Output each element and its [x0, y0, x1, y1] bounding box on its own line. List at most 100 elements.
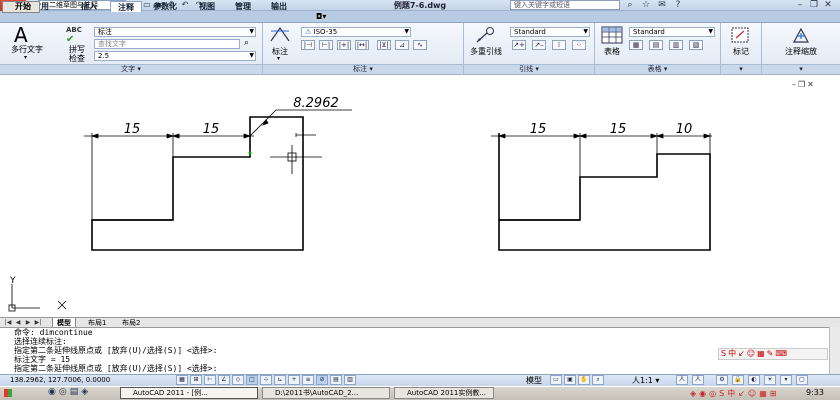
text-panel-title[interactable]: 文字 ▾ [0, 64, 262, 74]
hardware-accel-icon[interactable]: ◐ [748, 375, 760, 385]
chevron-down-icon[interactable]: ▾ [24, 54, 27, 61]
minimize-icon[interactable]: – [794, 0, 806, 11]
transparency-button[interactable]: ⊘ [316, 375, 328, 385]
dyn-button[interactable]: + [288, 375, 300, 385]
dim-tool-icon[interactable]: |+| [337, 40, 351, 50]
taskbar-item-doc[interactable]: AutoCAD 2011实例教... [394, 387, 494, 399]
markup-panel-title[interactable]: ▾ [721, 64, 761, 74]
multileader-icon[interactable] [474, 26, 496, 44]
dim-tool-icon[interactable]: |⊻| [377, 40, 391, 50]
find-text-input[interactable]: 查找文字 [94, 39, 240, 49]
osnap-button[interactable]: □ [246, 375, 258, 385]
markup-icon[interactable] [730, 26, 752, 44]
polar-button[interactable]: ∠ [218, 375, 230, 385]
system-tray-icons[interactable]: ◈◉◎S中↙☺▦⊞ [690, 388, 780, 399]
taskbar-item-autocad[interactable]: AutoCAD 2011 - [例... [120, 387, 258, 399]
annotation-scale-icon[interactable] [790, 26, 812, 44]
table-tool-icon[interactable]: ▧ [689, 40, 703, 50]
dim-tool-icon[interactable]: |⊣ [301, 40, 315, 50]
chevron-down-icon[interactable]: ▾ [277, 55, 280, 62]
annotation-visibility-icon[interactable]: 人 [676, 375, 688, 385]
isolate-objects-icon[interactable]: ☀ [764, 375, 776, 385]
dim-tool-icon[interactable]: ∿ [413, 40, 427, 50]
lineweight-button[interactable]: ≡ [302, 375, 314, 385]
communication-icon[interactable]: ✉ [656, 0, 668, 11]
tab-manage[interactable]: 管理 [228, 1, 258, 12]
quick-view-layouts-icon[interactable]: ▭ [550, 375, 562, 385]
tab-output[interactable]: 输出 [264, 1, 294, 12]
taskbar-item-folder[interactable]: D:\2011书\AutoCAD_2... [262, 387, 390, 399]
dim-tool-icon[interactable]: |↔| [355, 40, 369, 50]
qp-button[interactable]: ▤ [330, 375, 342, 385]
leader-style-dropdown[interactable]: Standard ▼ [510, 27, 590, 37]
mtext-button[interactable]: 多行文字 [6, 45, 48, 54]
text-style-dropdown[interactable]: 标注 ▼ [94, 27, 256, 37]
help-icon[interactable]: ? [672, 0, 684, 11]
3d-osnap-button[interactable]: ◇ [232, 375, 244, 385]
command-line: 选择连续标注: [14, 337, 67, 346]
subscription-icon[interactable]: ☆ [640, 0, 652, 11]
ribbon-minimize-icon[interactable]: ◘▾ [316, 12, 326, 21]
annotation-scaling-button[interactable]: 注释缩放 [762, 47, 840, 56]
zoom-icon[interactable]: ⌕ [592, 375, 604, 385]
find-icon[interactable]: ⌕ [244, 38, 249, 48]
command-window[interactable]: 命令: dimcontinue 选择连续标注: 指定第二条延伸线原点或 [放弃(… [0, 327, 840, 374]
pan-icon[interactable]: ✋ [578, 375, 590, 385]
quick-view-drawings-icon[interactable]: ▣ [564, 375, 576, 385]
auto-scale-icon[interactable]: 人 [692, 375, 704, 385]
remove-leader-icon[interactable]: ↗– [532, 40, 546, 50]
tab-annotate[interactable]: 注释 [110, 1, 142, 12]
mtext-icon[interactable]: A [14, 25, 28, 45]
restore-icon[interactable]: ❐ [808, 0, 820, 11]
dim-tool-icon[interactable]: ⊢| [319, 40, 333, 50]
model-space-label[interactable]: 模型 [526, 375, 542, 386]
annotation-scale-dropdown[interactable]: 人1:1 ▾ [632, 375, 659, 386]
add-leader-icon[interactable]: ↗+ [512, 40, 526, 50]
drawing-canvas[interactable]: 15 15 8.2962 15 15 10 Y [0, 76, 840, 317]
workspace-switch-icon[interactable]: ⚙ [716, 375, 728, 385]
table-panel-title[interactable]: 表格 ▾ [595, 64, 720, 74]
ime-toolbar[interactable]: S中↙☺▦✎⌨ [718, 348, 828, 360]
ribbon: A 多行文字 ▾ ABC ✔ 拼写 检查 标注 ▼ 查找文字 ⌕ 2.5 ▼ 文字 ▾ … [0, 23, 840, 75]
leader-panel-title[interactable]: 引线 ▾ [464, 64, 594, 74]
search-input[interactable]: 键入关键字或短语 [510, 0, 620, 10]
tab-view[interactable]: 视图 [192, 1, 222, 12]
clock: 9:33 [806, 388, 824, 397]
close-icon[interactable]: ✕ [822, 0, 834, 11]
table-tool-icon[interactable]: ▥ [669, 40, 683, 50]
collect-leader-icon[interactable]: ⁘ [572, 40, 586, 50]
tab-parametric[interactable]: 参数化 [146, 1, 184, 12]
dim-style-dropdown[interactable]: ⚠ ISO-35 ▼ [301, 27, 411, 37]
align-leader-icon[interactable]: ⁞ [552, 40, 566, 50]
sc-button[interactable]: ▥ [344, 375, 356, 385]
coordinates-readout[interactable]: 138.2962, 127.7006, 0.0000 [10, 375, 110, 386]
clean-screen-icon[interactable]: ▢ [796, 375, 808, 385]
table-tool-icon[interactable]: ▦ [629, 40, 643, 50]
table-tool-icon[interactable]: ▤ [649, 40, 663, 50]
table-icon[interactable] [601, 26, 623, 44]
markup-button[interactable]: 标记 [721, 47, 761, 56]
dim-panel-title[interactable]: 标注 ▾ [263, 64, 463, 74]
start-button[interactable]: 开始 [2, 1, 40, 13]
drawing-window-controls[interactable]: –❐✕ [792, 80, 816, 89]
table-button[interactable]: 表格 [597, 47, 627, 56]
spellcheck-icon[interactable]: ABC ✔ [66, 26, 82, 45]
status-menu-icon[interactable]: ▾ [780, 375, 792, 385]
ducs-button[interactable]: ⊾ [274, 375, 286, 385]
linear-dim-icon[interactable] [269, 25, 291, 43]
snap-mode-button[interactable]: ▦ [176, 375, 188, 385]
quick-launch-icons[interactable]: ◉◎▤◈ [48, 387, 91, 397]
toolbar-lock-icon[interactable]: 🔒 [732, 375, 744, 385]
tab-insert[interactable]: 插入 [74, 1, 104, 12]
multileader-button[interactable]: 多重引线 [466, 47, 506, 56]
spellcheck-button[interactable]: 拼写 检查 [64, 45, 90, 63]
ortho-button[interactable]: ⊢ [204, 375, 216, 385]
otrack-button[interactable]: ⊹ [260, 375, 272, 385]
search-icon[interactable]: ⌕ [624, 0, 636, 11]
dim-tool-icon[interactable]: ⊿ [395, 40, 409, 50]
grid-button[interactable]: ⊞ [190, 375, 202, 385]
scaling-panel-title[interactable]: ▾ [762, 64, 840, 74]
text-height-dropdown[interactable]: 2.5 ▼ [94, 51, 256, 61]
command-scrollbar[interactable] [829, 327, 840, 374]
table-style-dropdown[interactable]: Standard ▼ [629, 27, 715, 37]
